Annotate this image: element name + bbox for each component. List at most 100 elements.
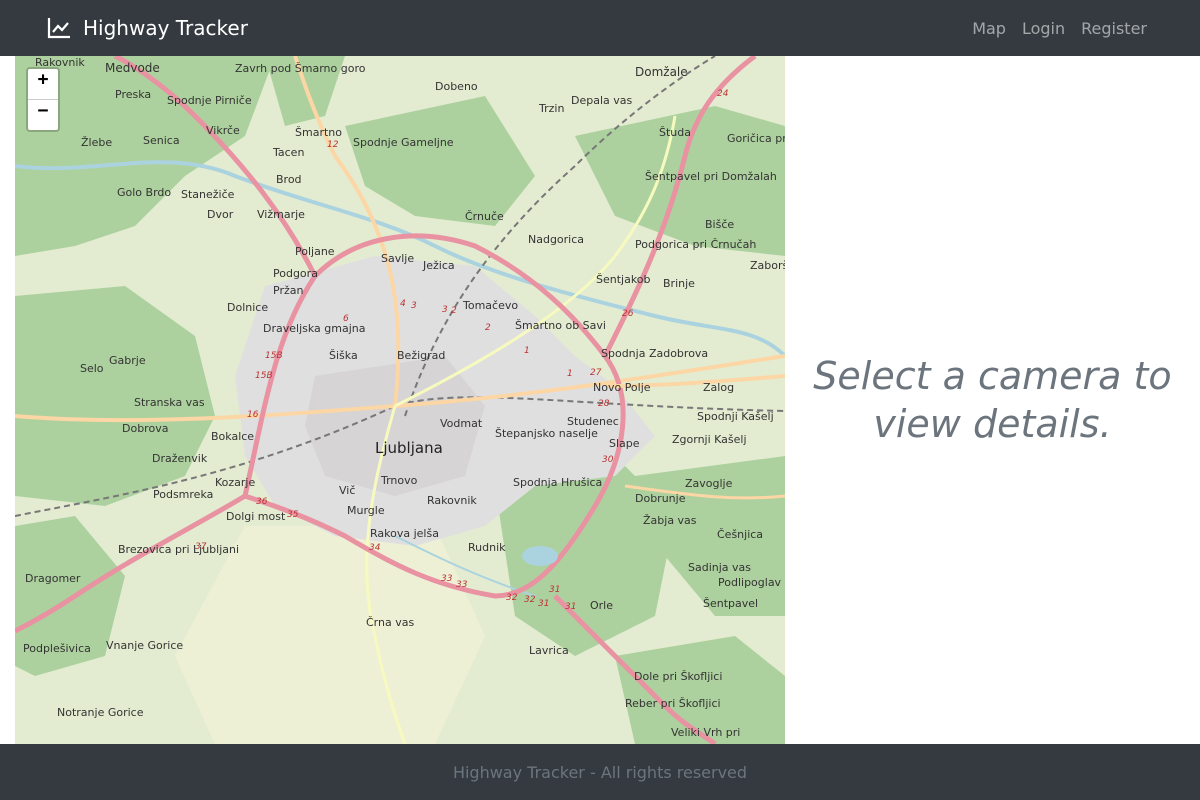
place-label: Vižmarje xyxy=(257,208,305,221)
place-label: Tacen xyxy=(272,146,304,159)
place-label: Štepanjsko naselje xyxy=(495,427,598,440)
chart-line-icon xyxy=(47,18,70,39)
road-number: 34 xyxy=(369,543,381,553)
place-label: Dolgi most xyxy=(226,510,286,523)
place-label: Depala vas xyxy=(571,94,633,107)
brand-link[interactable]: Highway Tracker xyxy=(47,0,248,56)
place-label: Dvor xyxy=(207,208,234,221)
place-label: Draveljska gmajna xyxy=(263,322,365,335)
place-label: Podlipoglav xyxy=(718,576,782,589)
place-label: Zalog xyxy=(703,381,734,394)
place-label: Šmartno xyxy=(295,126,342,139)
place-label: Podplešivica xyxy=(23,642,91,655)
road-number: 15B xyxy=(255,371,273,381)
place-label: Študa xyxy=(659,126,691,139)
place-label: Senica xyxy=(143,134,180,147)
place-label: Zavoglje xyxy=(685,477,733,490)
place-label: Studenec xyxy=(567,415,619,428)
place-label: Slape xyxy=(609,437,640,450)
place-label: Vodmat xyxy=(440,417,483,430)
place-label: Zavrh pod Šmarno goro xyxy=(235,62,366,75)
place-label: Domžale xyxy=(635,65,688,79)
place-label: Orle xyxy=(590,599,613,612)
place-label: Draženvik xyxy=(152,452,208,465)
place-label: Vnanje Gorice xyxy=(106,639,183,652)
road-number: 3 xyxy=(411,301,417,311)
place-label: Spodnje Gameljne xyxy=(353,136,454,149)
place-label: Podgora xyxy=(273,267,318,280)
road-number: 32 xyxy=(506,593,518,603)
place-label: Bežigrad xyxy=(397,349,445,362)
place-label: Novo Polje xyxy=(593,381,651,394)
place-label: Selo xyxy=(80,362,104,375)
nav-map-link[interactable]: Map xyxy=(972,19,1006,38)
place-label: Kozarje xyxy=(215,476,255,489)
place-label: Trzin xyxy=(538,102,564,115)
map-view[interactable]: Rakovnik Medvode Zavrh pod Šmarno goro P… xyxy=(15,56,785,744)
road-number: 37 xyxy=(195,542,207,552)
place-label: Podsmreka xyxy=(153,488,213,501)
road-number: 33 xyxy=(441,574,453,584)
road-number: 31 xyxy=(549,585,560,595)
place-label: Šentpavel xyxy=(703,597,758,610)
place-label: Sadinja vas xyxy=(688,561,751,574)
place-label: Veliki Vrh pri xyxy=(671,726,740,739)
road-number: 35 xyxy=(287,510,299,520)
road-number: 31 xyxy=(538,599,549,609)
place-label: Črna vas xyxy=(366,616,414,629)
road-number: 3 xyxy=(442,305,448,315)
place-label: Rudnik xyxy=(468,541,506,554)
place-label: Pržan xyxy=(273,284,303,297)
place-label: Spodnje Pirniče xyxy=(167,94,252,107)
place-label: Šentjakob xyxy=(596,273,651,286)
road-number: 2 xyxy=(485,323,491,333)
select-camera-message: Select a camera to view details. xyxy=(813,354,1172,446)
nav-register-link[interactable]: Register xyxy=(1081,19,1147,38)
place-label: Ježica xyxy=(422,259,455,272)
nav-login-link[interactable]: Login xyxy=(1022,19,1065,38)
place-label: Dobeno xyxy=(435,80,478,93)
place-label: Preska xyxy=(115,88,151,101)
zoom-out-button[interactable]: − xyxy=(28,100,58,130)
place-label: Reber pri Škofljici xyxy=(625,697,721,710)
place-label: Šentpavel pri Domžalah xyxy=(645,170,777,183)
road-number: 30 xyxy=(602,455,614,465)
place-label: Golo Brdo xyxy=(117,186,171,199)
road-number: 4 xyxy=(400,299,406,309)
place-label: Gabrje xyxy=(109,354,146,367)
place-label: Dragomer xyxy=(25,572,81,585)
place-label: Rakovnik xyxy=(427,494,477,507)
place-label: Medvode xyxy=(105,61,160,75)
road-number: 26 xyxy=(622,309,634,319)
place-label: Brod xyxy=(276,173,302,186)
place-label: Stanežiče xyxy=(181,188,235,201)
navbar: Highway Tracker Map Login Register xyxy=(0,0,1200,56)
footer: Highway Tracker - All rights reserved xyxy=(0,744,1200,800)
road-number: 1 xyxy=(567,369,573,379)
road-number: 31 xyxy=(565,602,576,612)
place-label: Tomačevo xyxy=(462,299,518,312)
road-number: 6 xyxy=(343,314,349,324)
road-number: 28 xyxy=(598,399,610,409)
place-label: Spodnja Zadobrova xyxy=(601,347,708,360)
place-label: Lavrica xyxy=(529,644,569,657)
place-label: Dole pri Škofljici xyxy=(634,670,722,683)
details-panel: Select a camera to view details. xyxy=(785,56,1200,744)
place-label: Bokalce xyxy=(211,430,254,443)
place-label: Notranje Gorice xyxy=(57,706,144,719)
place-label: Savlje xyxy=(381,252,414,265)
road-number: 12 xyxy=(327,140,339,150)
place-label: Zaboršt xyxy=(750,259,785,272)
place-label: Poljane xyxy=(295,245,335,258)
place-label: Šmartno ob Savi xyxy=(515,319,606,332)
city-label: Ljubljana xyxy=(375,439,443,457)
zoom-control: + − xyxy=(26,67,60,132)
zoom-in-button[interactable]: + xyxy=(28,69,58,100)
place-label: Podgorica pri Črnučah xyxy=(635,238,756,251)
place-label: Dolnice xyxy=(227,301,268,314)
place-label: Žlebe xyxy=(81,136,112,149)
place-label: Spodnji Kašelj xyxy=(697,410,774,423)
nav-links: Map Login Register xyxy=(956,0,1147,56)
place-label: Črnuče xyxy=(465,210,504,223)
place-label: Brezovica pri Ljubljani xyxy=(118,543,239,556)
